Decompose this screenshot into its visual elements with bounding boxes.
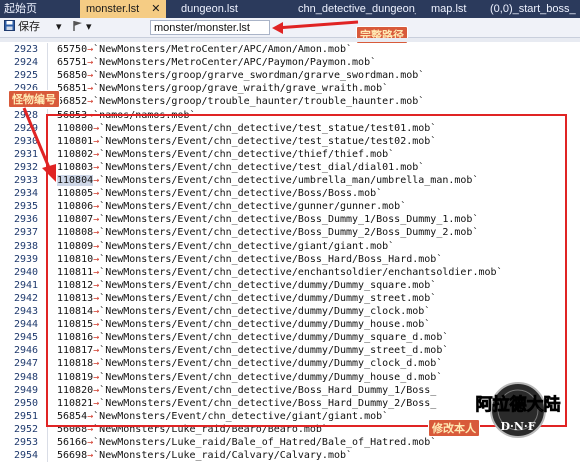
dnf-logo: 阿拉德大陆 D·N·F: [462, 380, 574, 440]
monster-id: 65751: [57, 57, 88, 69]
line-number: 2953: [14, 437, 39, 448]
monster-id: 65750: [57, 44, 88, 55]
line-number: 2948: [14, 371, 39, 383]
code-line[interactable]: 2926 56851→`NewMonsters/groop/grave_wrait…: [0, 82, 580, 96]
save-label: 保存: [18, 21, 41, 33]
code-text: 56850→`NewMonsters/groop/grarve_swordman…: [57, 69, 424, 82]
tab-start-page[interactable]: 起始页: [4, 0, 48, 18]
flag-icon[interactable]: [72, 20, 84, 35]
line-number: 2945: [14, 332, 39, 344]
logo-sub: D·N·F: [500, 420, 535, 433]
code-line[interactable]: 2954 56698→`NewMonsters/Luke_raid/Calvary…: [0, 449, 580, 463]
tab-chn-detective-dungeon[interactable]: chn_detective_dungeon_05...: [298, 0, 416, 18]
code-line[interactable]: 2923 65750→`NewMonsters/MetroCenter/APC/A…: [0, 43, 580, 56]
code-text: 56852→`NewMonsters/groop/trouble_haunter…: [57, 95, 424, 108]
logo-title: 阿拉德大陆: [476, 394, 561, 415]
line-number: 2940: [14, 266, 39, 278]
code-line[interactable]: 292756852→`NewMonsters/groop/trouble_hau…: [0, 95, 580, 109]
line-number: 2952: [14, 423, 39, 435]
monster-id: 56850: [57, 70, 88, 82]
line-number: 2946: [14, 345, 39, 357]
gutter-divider: [47, 449, 48, 463]
code-line[interactable]: 2924 65751→`NewMonsters/MetroCenter/APC/P…: [0, 56, 580, 70]
line-number: 2936: [14, 214, 39, 226]
line-number: 2937: [14, 227, 39, 239]
monster-path: NewMonsters/Luke_raid/Calvary/Calvary.mo…: [99, 450, 353, 462]
gutter-divider: [47, 56, 48, 70]
save-button[interactable]: 保存: [4, 20, 40, 35]
monster-id: 56851: [57, 83, 88, 95]
monster-path: NewMonsters/groop/grave_wraith/grave_wra…: [99, 83, 389, 95]
line-number: 2925: [14, 70, 39, 82]
toolbar: 保存 ▾ ▾ monster/monster.lst: [0, 18, 580, 38]
line-number: 2943: [14, 306, 39, 317]
tab-start-boss[interactable]: (0,0)_start_boss_: [490, 0, 580, 18]
dnf-emblem-icon: 阿拉德大陆 D·N·F: [475, 382, 561, 438]
monster-path: NewMonsters/groop/trouble_haunter/troubl…: [99, 96, 425, 108]
save-icon: [4, 20, 15, 31]
line-number: 2935: [14, 201, 39, 213]
gutter-divider: [47, 69, 48, 83]
file-path-field[interactable]: monster/monster.lst: [150, 20, 270, 35]
annotation-arrow-icon: [272, 20, 359, 34]
line-number: 2934: [14, 188, 39, 200]
monster-id: 56166: [57, 437, 88, 448]
tab-bar: 起始页 monster.lst ✕ dungeon.lst chn_detecti…: [0, 0, 580, 18]
line-number: 2950: [14, 397, 39, 409]
monster-path: NewMonsters/Luke_raid/Bale_of_Hatred/Bal…: [99, 437, 437, 448]
monster-id: 56852: [57, 96, 88, 108]
code-line[interactable]: 2925 56850→`NewMonsters/groop/grarve_swor…: [0, 69, 580, 83]
line-number: 2951: [14, 410, 39, 422]
monster-path: NewMonsters/groop/grarve_swordman/grarve…: [99, 70, 425, 82]
line-number: 2949: [14, 384, 39, 396]
code-text: 56851→`NewMonsters/groop/grave_wraith/gr…: [57, 82, 388, 95]
line-number: 2942: [14, 292, 39, 304]
dropdown-arrow-icon-2[interactable]: ▾: [86, 20, 92, 35]
code-text: 56166→`NewMonsters/Luke_raid/Bale_of_Hat…: [57, 436, 436, 449]
gutter-divider: [47, 43, 48, 56]
code-text: 65751→`NewMonsters/MetroCenter/APC/Paymo…: [57, 56, 376, 69]
close-icon[interactable]: ✕: [151, 3, 160, 15]
line-number: 2947: [14, 358, 39, 370]
line-number: 2954: [14, 450, 39, 462]
dropdown-arrow-icon[interactable]: ▾: [56, 20, 62, 35]
monster-id: 56698: [57, 450, 88, 462]
line-number: 2941: [14, 279, 39, 291]
line-number: 2924: [14, 57, 39, 69]
tab-label: monster.lst: [86, 3, 140, 15]
line-number: 2938: [14, 240, 39, 252]
code-text: 65750→`NewMonsters/MetroCenter/APC/Amon/…: [57, 43, 352, 56]
monster-path: NewMonsters/MetroCenter/APC/Paymon/Paymo…: [99, 57, 377, 69]
gutter-divider: [47, 436, 48, 449]
tab-dungeon-lst[interactable]: dungeon.lst: [181, 0, 261, 18]
line-number: 2923: [14, 44, 39, 55]
tab-map-lst[interactable]: map.lst: [431, 0, 479, 18]
line-number: 2944: [14, 319, 39, 331]
code-text: 56698→`NewMonsters/Luke_raid/Calvary/Cal…: [57, 449, 352, 462]
flag-glyph-icon: [73, 21, 82, 31]
line-number: 2939: [14, 253, 39, 265]
monster-path: NewMonsters/MetroCenter/APC/Amon/Amon.mo…: [99, 44, 353, 55]
tab-monster-lst[interactable]: monster.lst ✕: [80, 0, 166, 18]
